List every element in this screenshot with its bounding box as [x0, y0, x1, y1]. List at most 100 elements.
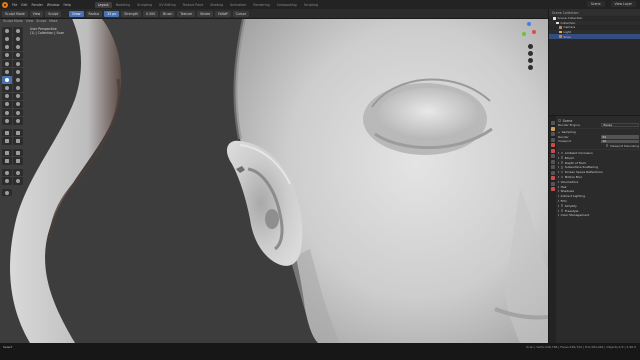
zoom-icon[interactable]	[528, 44, 533, 49]
menu-render[interactable]: Render	[32, 3, 43, 7]
tab-scripting[interactable]: Scripting	[301, 2, 321, 8]
render-tab-icon[interactable]	[550, 126, 555, 131]
object-tab-icon[interactable]	[550, 154, 555, 158]
layer-brush-icon[interactable]	[2, 43, 12, 51]
tool-tab-icon[interactable]	[550, 121, 555, 125]
section-checkbox[interactable]	[560, 161, 564, 164]
3d-viewport[interactable]	[0, 19, 548, 343]
slide-relax-brush-icon[interactable]	[12, 100, 23, 109]
stroke-panel[interactable]: Stroke	[197, 10, 214, 17]
falloff-panel[interactable]: Falloff	[215, 10, 231, 17]
section-checkbox[interactable]	[560, 166, 564, 169]
mode-selector[interactable]: Sculpt Mode	[2, 10, 28, 17]
snake-hook-brush-icon[interactable]	[2, 84, 12, 92]
particles-tab-icon[interactable]	[550, 165, 555, 169]
texture-panel[interactable]: Texture	[177, 10, 196, 17]
output-tab-icon[interactable]	[550, 132, 555, 136]
pinch-brush-icon[interactable]	[2, 76, 12, 84]
line-project-icon[interactable]	[2, 148, 12, 157]
menu-file[interactable]: File	[12, 3, 17, 7]
section-checkbox[interactable]	[560, 209, 564, 212]
boundary-brush-icon[interactable]	[2, 108, 12, 117]
header-view-menu[interactable]: View	[29, 10, 44, 17]
outliner-row[interactable]: Scan	[549, 34, 640, 39]
box-mask-icon[interactable]	[2, 128, 12, 137]
tab-modeling[interactable]: Modeling	[113, 2, 134, 8]
flatten-brush-icon[interactable]	[12, 59, 23, 68]
header-sculpt-menu[interactable]: Sculpt	[45, 10, 62, 17]
tab-shading[interactable]: Shading	[207, 2, 226, 8]
view-layer-selector[interactable]: View Layer	[610, 1, 636, 7]
blender-logo-icon[interactable]	[2, 1, 8, 8]
section-checkbox[interactable]	[560, 170, 564, 174]
box-trim-icon[interactable]	[12, 137, 23, 145]
move-icon[interactable]	[2, 168, 12, 177]
section-checkbox[interactable]	[560, 175, 564, 179]
draw-brush-icon[interactable]	[2, 27, 12, 35]
tab-texture-paint[interactable]: Texture Paint	[180, 2, 207, 8]
viewport-denoising-checkbox[interactable]	[605, 144, 609, 148]
tab-rendering[interactable]: Rendering	[250, 2, 272, 8]
mesh-filter-icon[interactable]	[12, 148, 23, 157]
scrape-brush-icon[interactable]	[12, 67, 23, 76]
radius-field[interactable]: 25 px	[104, 10, 120, 17]
blob-brush-icon[interactable]	[2, 51, 12, 60]
inflate-brush-icon[interactable]	[12, 43, 23, 51]
gizmo-y-axis-icon[interactable]	[522, 32, 526, 36]
view-layer-tab-icon[interactable]	[550, 137, 555, 142]
perspective-toggle-icon[interactable]	[528, 65, 533, 70]
menu-window[interactable]: Window	[47, 3, 60, 7]
nudge-brush-icon[interactable]	[12, 92, 23, 101]
section-checkbox[interactable]	[560, 151, 564, 155]
clay-brush-icon[interactable]	[2, 35, 12, 43]
world-tab-icon[interactable]	[550, 148, 555, 153]
material-tab-icon[interactable]	[550, 187, 555, 191]
tab-sculpting[interactable]: Sculpting	[134, 2, 155, 8]
rotate-brush-icon[interactable]	[2, 100, 12, 109]
viewport-samples-field[interactable]: 16	[601, 139, 639, 143]
color-filter-icon[interactable]	[12, 157, 23, 165]
cursor-panel[interactable]: Cursor	[232, 10, 250, 17]
tab-layout[interactable]: Layout	[94, 1, 112, 8]
grab-brush-icon[interactable]	[12, 76, 23, 84]
brush-selector[interactable]: Draw	[69, 10, 84, 17]
box-face-set-icon[interactable]	[2, 137, 12, 145]
data-tab-icon[interactable]	[550, 181, 555, 186]
render-samples-field[interactable]: 64	[601, 135, 639, 139]
box-hide-icon[interactable]	[12, 128, 23, 137]
menu-help[interactable]: Help	[63, 3, 70, 7]
pan-hand-icon[interactable]	[528, 51, 533, 56]
cloth-brush-icon[interactable]	[12, 108, 23, 117]
scale-icon[interactable]	[2, 176, 12, 185]
smooth-brush-icon[interactable]	[2, 59, 12, 68]
tab-animation[interactable]: Animation	[227, 2, 249, 8]
transform-icon[interactable]	[12, 176, 23, 185]
menu-edit[interactable]: Edit	[21, 3, 27, 7]
tab-uv-editing[interactable]: UV Editing	[156, 2, 179, 8]
camera-view-icon[interactable]	[528, 58, 533, 63]
gizmo-x-axis-icon[interactable]	[532, 30, 536, 34]
rotate-icon[interactable]	[12, 168, 23, 177]
strength-field[interactable]: 0.500	[143, 10, 159, 17]
sub-view[interactable]: View	[26, 19, 34, 25]
property-section[interactable]: Color Management	[558, 213, 639, 218]
simplify-brush-icon[interactable]	[2, 117, 12, 125]
brush-panel[interactable]: Brush	[160, 10, 176, 17]
draw-sharp-brush-icon[interactable]	[12, 27, 23, 35]
clay-strips-brush-icon[interactable]	[12, 35, 23, 43]
gizmo-z-axis-icon[interactable]	[527, 22, 531, 26]
fill-brush-icon[interactable]	[2, 67, 12, 76]
constraints-tab-icon[interactable]	[550, 176, 555, 180]
sub-mode[interactable]: Sculpt Mode	[3, 19, 23, 25]
scene-tab-icon[interactable]	[550, 143, 555, 147]
section-checkbox[interactable]	[560, 156, 564, 160]
mask-brush-icon[interactable]	[12, 117, 23, 125]
crease-brush-icon[interactable]	[12, 51, 23, 60]
pose-brush-icon[interactable]	[2, 92, 12, 101]
thumb-brush-icon[interactable]	[12, 84, 23, 92]
scene-selector[interactable]: Scene	[586, 1, 605, 7]
render-engine-dropdown[interactable]: Eevee	[601, 123, 639, 127]
cloth-filter-icon[interactable]	[2, 157, 12, 165]
annotate-icon[interactable]	[2, 188, 12, 197]
sub-sculpt[interactable]: Sculpt	[36, 19, 46, 25]
